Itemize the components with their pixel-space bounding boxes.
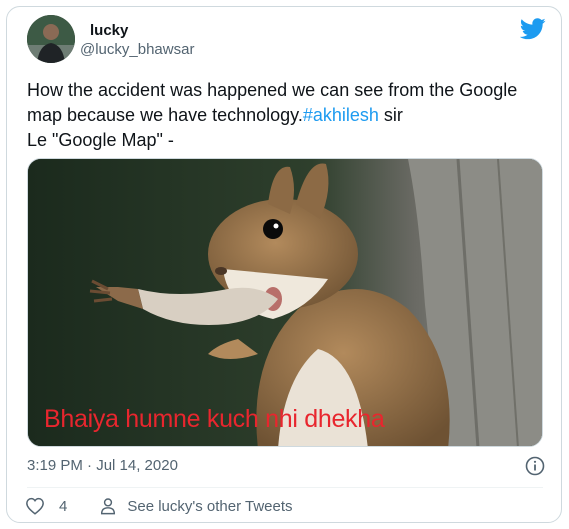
tweet-actions: 4 See lucky's other Tweets (25, 495, 293, 517)
tweet-text-line1: How the accident was happened we can see… (27, 80, 518, 100)
tweet-timestamp[interactable]: 3:19 PM · Jul 14, 2020 (27, 457, 178, 474)
tweet-media[interactable]: Bhaiya humne kuch nhi dhekha (27, 158, 543, 447)
meme-caption: Bhaiya humne kuch nhi dhekha (44, 405, 385, 433)
see-other-tweets-link[interactable]: See lucky's other Tweets (99, 497, 293, 515)
tweet-text-line2-prefix: map because we have technology. (27, 105, 303, 125)
twitter-bird-icon[interactable] (520, 18, 546, 40)
tweet-card[interactable]: lucky @lucky_bhawsar How the accident wa… (6, 6, 562, 523)
like-count: 4 (59, 497, 68, 515)
tweet-text-line3: Le "Google Map" - (27, 130, 174, 150)
info-icon[interactable] (525, 456, 545, 476)
tweet-text-line2: map because we have technology.#akhilesh… (27, 103, 547, 128)
divider (27, 487, 543, 488)
avatar[interactable] (27, 15, 75, 63)
hashtag-link[interactable]: #akhilesh (303, 105, 379, 125)
squirrel-image (28, 159, 542, 446)
user-handle[interactable]: @lucky_bhawsar (80, 41, 194, 58)
see-other-tweets-label: See lucky's other Tweets (127, 497, 293, 515)
tweet-text-line2-suffix: sir (378, 105, 403, 125)
person-icon (101, 498, 116, 515)
like-button[interactable]: 4 (25, 497, 67, 515)
tweet-text: How the accident was happened we can see… (27, 78, 547, 153)
user-name[interactable]: lucky (90, 22, 128, 39)
heart-icon (26, 497, 44, 515)
